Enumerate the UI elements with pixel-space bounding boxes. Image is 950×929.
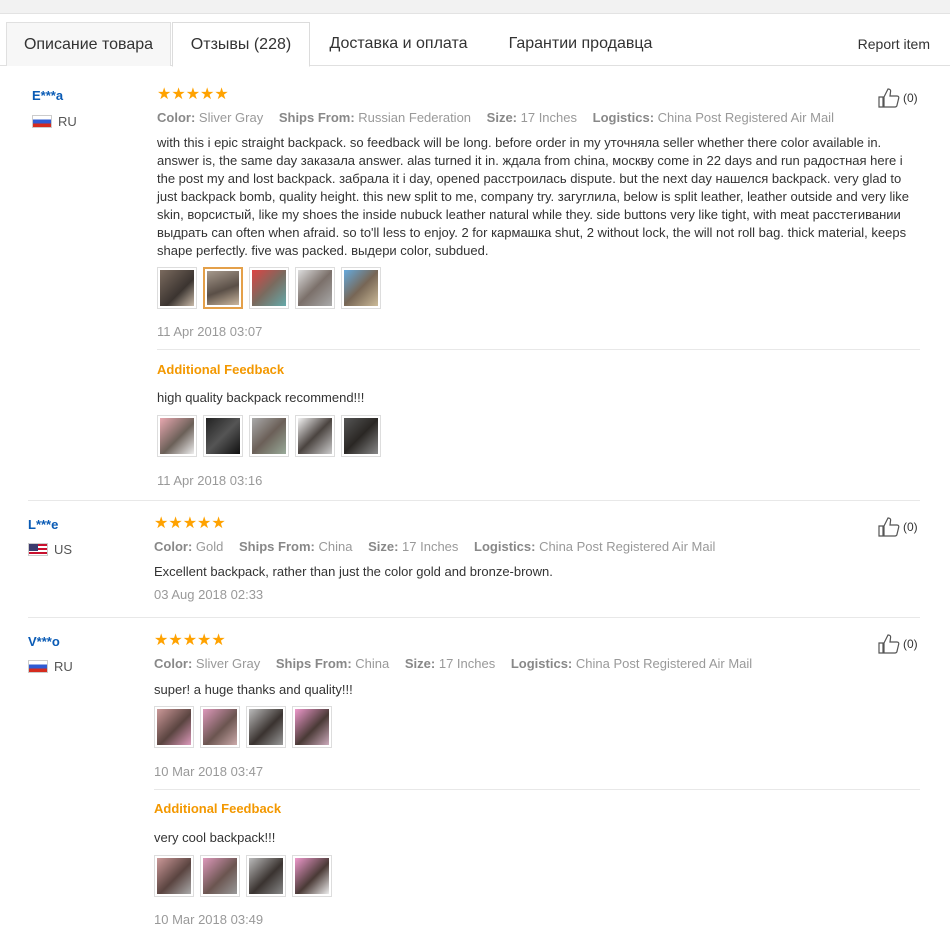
review-text: with this i epic straight backpack. so f…: [157, 135, 909, 258]
review-photo[interactable]: [249, 415, 289, 457]
star-rating: ★★★★★: [154, 632, 226, 649]
helpful-count: (0): [903, 637, 918, 651]
purchase-details: Color: Sliver Gray Ships From: Russian F…: [157, 110, 846, 125]
review-photo[interactable]: [200, 706, 240, 748]
size-key: Size:: [404, 656, 436, 671]
reviewer-name[interactable]: E***a: [32, 88, 63, 103]
purchase-details: Color: Sliver Gray Ships From: China Siz…: [154, 656, 764, 671]
reviewer-country: RU: [28, 659, 73, 674]
divider: [157, 349, 920, 350]
review-photo[interactable]: [249, 267, 289, 309]
report-item-link[interactable]: Report item: [858, 22, 930, 66]
review-text: Excellent backpack, rather than just the…: [154, 564, 553, 579]
russia-flag-icon: [32, 115, 52, 128]
logistics-key: Logistics:: [510, 656, 573, 671]
review-photo[interactable]: [154, 706, 194, 748]
size-value: 17 Inches: [520, 110, 577, 125]
additional-feedback-text: very cool backpack!!!: [154, 830, 276, 845]
divider: [154, 789, 920, 790]
star-rating: ★★★★★: [154, 515, 226, 532]
review-photo[interactable]: [295, 267, 335, 309]
logistics-value: China Post Registered Air Mail: [575, 656, 753, 671]
reviewer-name[interactable]: L***e: [28, 517, 58, 532]
review-photo[interactable]: [200, 855, 240, 897]
additional-feedback-heading: Additional Feedback: [154, 801, 282, 816]
color-value: Sliver Gray: [195, 656, 261, 671]
color-key: Color:: [157, 110, 196, 125]
additional-feedback-date: 11 Apr 2018 03:16: [157, 473, 263, 488]
additional-photos: [154, 855, 338, 897]
review-photo[interactable]: [157, 415, 197, 457]
color-value: Sliver Gray: [198, 110, 264, 125]
top-strip: [0, 0, 950, 14]
helpful-count: (0): [903, 91, 918, 105]
additional-feedback-heading: Additional Feedback: [157, 362, 285, 377]
tab-shipping-payment[interactable]: Доставка и оплата: [311, 22, 486, 66]
additional-feedback-text: high quality backpack recommend!!!: [157, 390, 365, 405]
logistics-value: China Post Registered Air Mail: [657, 110, 834, 125]
size-value: 17 Inches: [438, 656, 496, 671]
review-photos: [154, 706, 338, 748]
logistics-value: China Post Registered Air Mail: [539, 539, 716, 554]
ships-from-key: Ships From:: [278, 110, 355, 125]
review-photos: [157, 267, 387, 309]
helpful-button[interactable]: (0): [878, 88, 918, 108]
color-key: Color:: [154, 539, 193, 554]
tab-bar: Описание товара Отзывы (228) Доставка и …: [0, 22, 950, 67]
additional-photos: [157, 415, 387, 457]
review-divider: [28, 617, 920, 618]
reviewer-country: US: [28, 542, 72, 557]
review-photo[interactable]: [341, 267, 381, 309]
color-value: Gold: [195, 539, 224, 554]
helpful-button[interactable]: (0): [878, 517, 918, 537]
review-photo[interactable]: [295, 415, 335, 457]
tab-seller-guarantees[interactable]: Гарантии продавца: [488, 22, 673, 66]
country-label: RU: [54, 659, 73, 674]
review-date: 03 Aug 2018 02:33: [154, 587, 264, 602]
tab-description[interactable]: Описание товара: [6, 22, 171, 66]
additional-feedback-date: 10 Mar 2018 03:49: [154, 912, 264, 927]
helpful-count: (0): [903, 520, 918, 534]
review-photo[interactable]: [292, 706, 332, 748]
star-rating: ★★★★★: [157, 86, 229, 103]
reviewer-country: RU: [32, 114, 77, 129]
usa-flag-icon: [28, 543, 48, 556]
color-key: Color:: [154, 656, 193, 671]
reviewer-name[interactable]: V***o: [28, 634, 60, 649]
helpful-button[interactable]: (0): [878, 634, 918, 654]
review-photo[interactable]: [157, 267, 197, 309]
review-photo[interactable]: [154, 855, 194, 897]
thumbs-up-icon: [878, 634, 900, 654]
russia-flag-icon: [28, 660, 48, 673]
review-photo[interactable]: [203, 415, 243, 457]
ships-from-key: Ships From:: [239, 539, 315, 554]
review-photo[interactable]: [292, 855, 332, 897]
ships-from-value: Russian Federation: [358, 110, 472, 125]
size-value: 17 Inches: [402, 539, 459, 554]
logistics-key: Logistics:: [592, 110, 655, 125]
review-photo[interactable]: [246, 855, 286, 897]
review-divider: [28, 500, 920, 501]
ships-from-value: China: [318, 539, 353, 554]
review-date: 10 Mar 2018 03:47: [154, 764, 264, 779]
review-photo[interactable]: [203, 267, 243, 309]
ships-from-value: China: [355, 656, 390, 671]
logistics-key: Logistics:: [474, 539, 536, 554]
size-key: Size:: [368, 539, 399, 554]
thumbs-up-icon: [878, 88, 900, 108]
country-label: US: [54, 542, 73, 557]
review-text: super! a huge thanks and quality!!!: [154, 682, 353, 697]
review-date: 11 Apr 2018 03:07: [157, 324, 263, 339]
purchase-details: Color: Gold Ships From: China Size: 17 I…: [154, 539, 727, 554]
country-label: RU: [58, 114, 77, 129]
review-photo[interactable]: [246, 706, 286, 748]
tab-reviews[interactable]: Отзывы (228): [172, 22, 310, 67]
review-photo[interactable]: [341, 415, 381, 457]
size-key: Size:: [486, 110, 517, 125]
thumbs-up-icon: [878, 517, 900, 537]
ships-from-key: Ships From:: [275, 656, 352, 671]
